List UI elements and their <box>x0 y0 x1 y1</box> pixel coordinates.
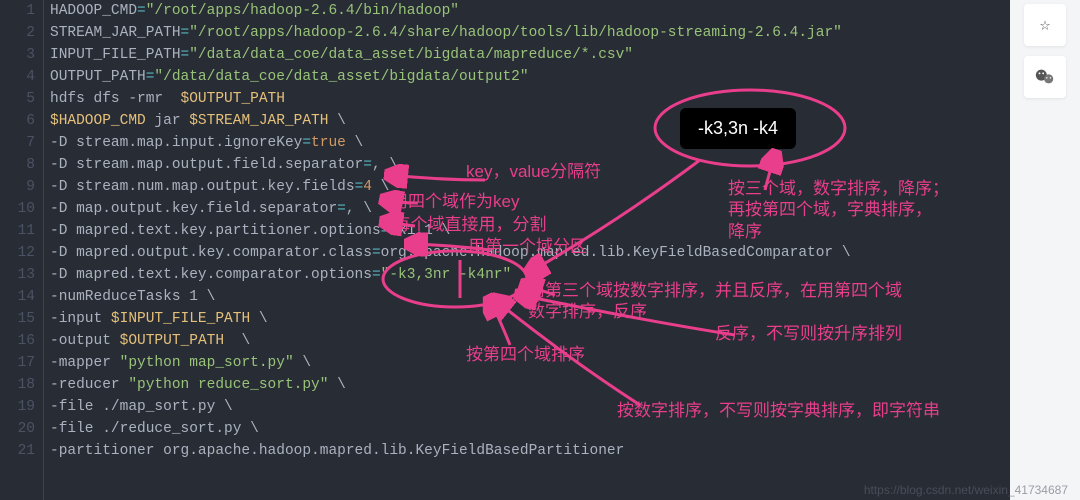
code-line: -partitioner org.apache.hadoop.mapred.li… <box>50 440 851 462</box>
code-line: INPUT_FILE_PATH="/data/data_coe/data_ass… <box>50 44 851 66</box>
star-icon[interactable]: ☆ <box>1024 4 1066 46</box>
line-number: 6 <box>0 110 35 132</box>
annotation-partition: 用第一个域分区 <box>468 236 587 257</box>
line-number: 11 <box>0 220 35 242</box>
line-number: 9 <box>0 176 35 198</box>
watermark: https://blog.csdn.net/weixin_41734687 <box>864 483 1068 497</box>
wechat-icon[interactable] <box>1024 56 1066 98</box>
line-number: 21 <box>0 440 35 462</box>
code-line: STREAM_JAR_PATH="/root/apps/hadoop-2.6.4… <box>50 22 851 44</box>
line-gutter: 123456789101112131415161718192021 <box>0 0 44 500</box>
line-number: 16 <box>0 330 35 352</box>
code-line: HADOOP_CMD="/root/apps/hadoop-2.6.4/bin/… <box>50 0 851 22</box>
line-number: 12 <box>0 242 35 264</box>
annotation-separator: key，value分隔符 <box>466 161 601 182</box>
line-number: 3 <box>0 44 35 66</box>
line-number: 15 <box>0 308 35 330</box>
line-number: 5 <box>0 88 35 110</box>
code-line: OUTPUT_PATH="/data/data_coe/data_asset/b… <box>50 66 851 88</box>
line-number: 18 <box>0 374 35 396</box>
line-number: 19 <box>0 396 35 418</box>
line-number: 2 <box>0 22 35 44</box>
code-line: hdfs dfs -rmr $OUTPUT_PATH <box>50 88 851 110</box>
line-number: 7 <box>0 132 35 154</box>
line-number: 10 <box>0 198 35 220</box>
line-number: 8 <box>0 154 35 176</box>
code-line: -mapper "python map_sort.py" \ <box>50 352 851 374</box>
annotation-k4: 按第四个域排序 <box>466 344 585 365</box>
code-line: -file ./reduce_sort.py \ <box>50 418 851 440</box>
annotation-k3k4: 用第三个域按数字排序，并且反序，在用第四个域 数字排序，反序 <box>528 280 902 323</box>
side-panel: ☆ <box>1010 0 1080 500</box>
line-number: 1 <box>0 0 35 22</box>
line-number: 13 <box>0 264 35 286</box>
tooltip-popup: -k3,3n -k4 <box>680 108 796 149</box>
annotation-numeric: 按数字排序，不写则按字典排序，即字符串 <box>617 400 940 421</box>
annotation-keyfields: 用四个域作为key <box>391 191 519 212</box>
code-line: -D stream.map.output.field.separator=, \ <box>50 154 851 176</box>
annotation-split: k每个域直接用，分割 <box>385 214 547 235</box>
annotation-sort-desc: 按三个域，数字排序，降序； 再按第四个域，字典排序， 降序 <box>728 178 949 242</box>
line-number: 20 <box>0 418 35 440</box>
code-line: -D mapred.output.key.comparator.class=or… <box>50 242 851 264</box>
line-number: 14 <box>0 286 35 308</box>
line-number: 17 <box>0 352 35 374</box>
annotation-reverse: 反序，不写则按升序排列 <box>715 323 902 344</box>
code-line: -reducer "python reduce_sort.py" \ <box>50 374 851 396</box>
line-number: 4 <box>0 66 35 88</box>
code-area: HADOOP_CMD="/root/apps/hadoop-2.6.4/bin/… <box>44 0 851 500</box>
